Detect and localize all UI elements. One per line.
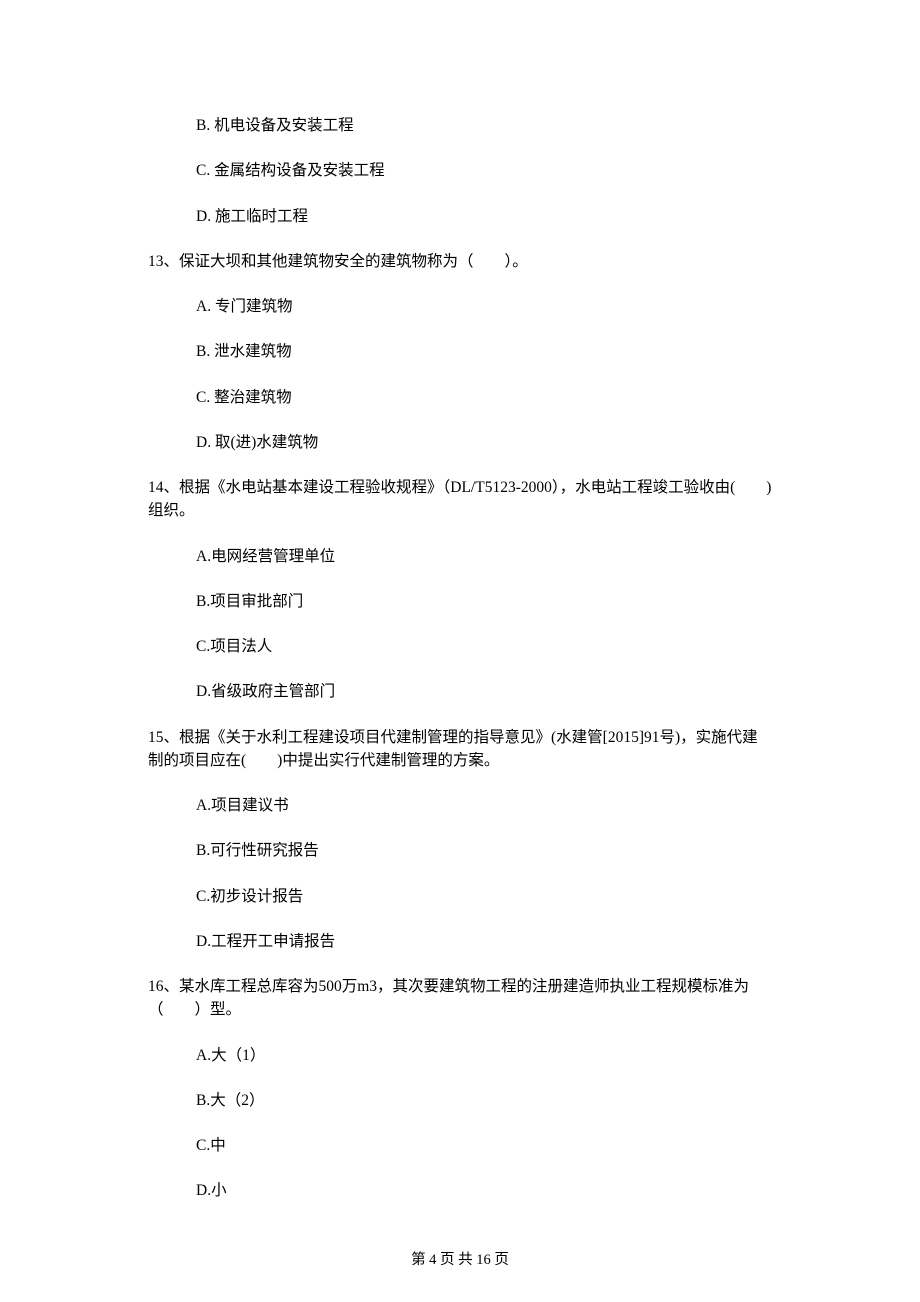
q13-stem: 13、保证大坝和其他建筑物安全的建筑物称为（ ）。 <box>148 250 772 273</box>
q15-option-a: A.项目建议书 <box>148 794 772 817</box>
page-content: B. 机电设备及安装工程 C. 金属结构设备及安装工程 D. 施工临时工程 13… <box>0 0 920 1203</box>
q12-option-b: B. 机电设备及安装工程 <box>148 114 772 137</box>
page-footer: 第 4 页 共 16 页 <box>0 1250 920 1272</box>
q15-option-d: D.工程开工申请报告 <box>148 930 772 953</box>
q15-option-b: B.可行性研究报告 <box>148 839 772 862</box>
q13-option-d: D. 取(进)水建筑物 <box>148 431 772 454</box>
q14-stem: 14、根据《水电站基本建设工程验收规程》（DL/T5123-2000），水电站工… <box>148 476 772 523</box>
q13-option-c: C. 整治建筑物 <box>148 386 772 409</box>
q16-option-a: A.大（1） <box>148 1044 772 1067</box>
q16-option-d: D.小 <box>148 1179 772 1202</box>
q12-option-d: D. 施工临时工程 <box>148 205 772 228</box>
q13-option-b: B. 泄水建筑物 <box>148 340 772 363</box>
q14-option-d: D.省级政府主管部门 <box>148 680 772 703</box>
q15-stem: 15、根据《关于水利工程建设项目代建制管理的指导意见》(水建管[2015]91号… <box>148 726 772 773</box>
q16-option-c: C.中 <box>148 1134 772 1157</box>
q14-option-c: C.项目法人 <box>148 635 772 658</box>
q16-option-b: B.大（2） <box>148 1089 772 1112</box>
q12-option-c: C. 金属结构设备及安装工程 <box>148 159 772 182</box>
q16-stem: 16、某水库工程总库容为500万m3，其次要建筑物工程的注册建造师执业工程规模标… <box>148 975 772 1022</box>
q15-option-c: C.初步设计报告 <box>148 885 772 908</box>
q14-option-b: B.项目审批部门 <box>148 590 772 613</box>
q13-option-a: A. 专门建筑物 <box>148 295 772 318</box>
q14-option-a: A.电网经营管理单位 <box>148 545 772 568</box>
